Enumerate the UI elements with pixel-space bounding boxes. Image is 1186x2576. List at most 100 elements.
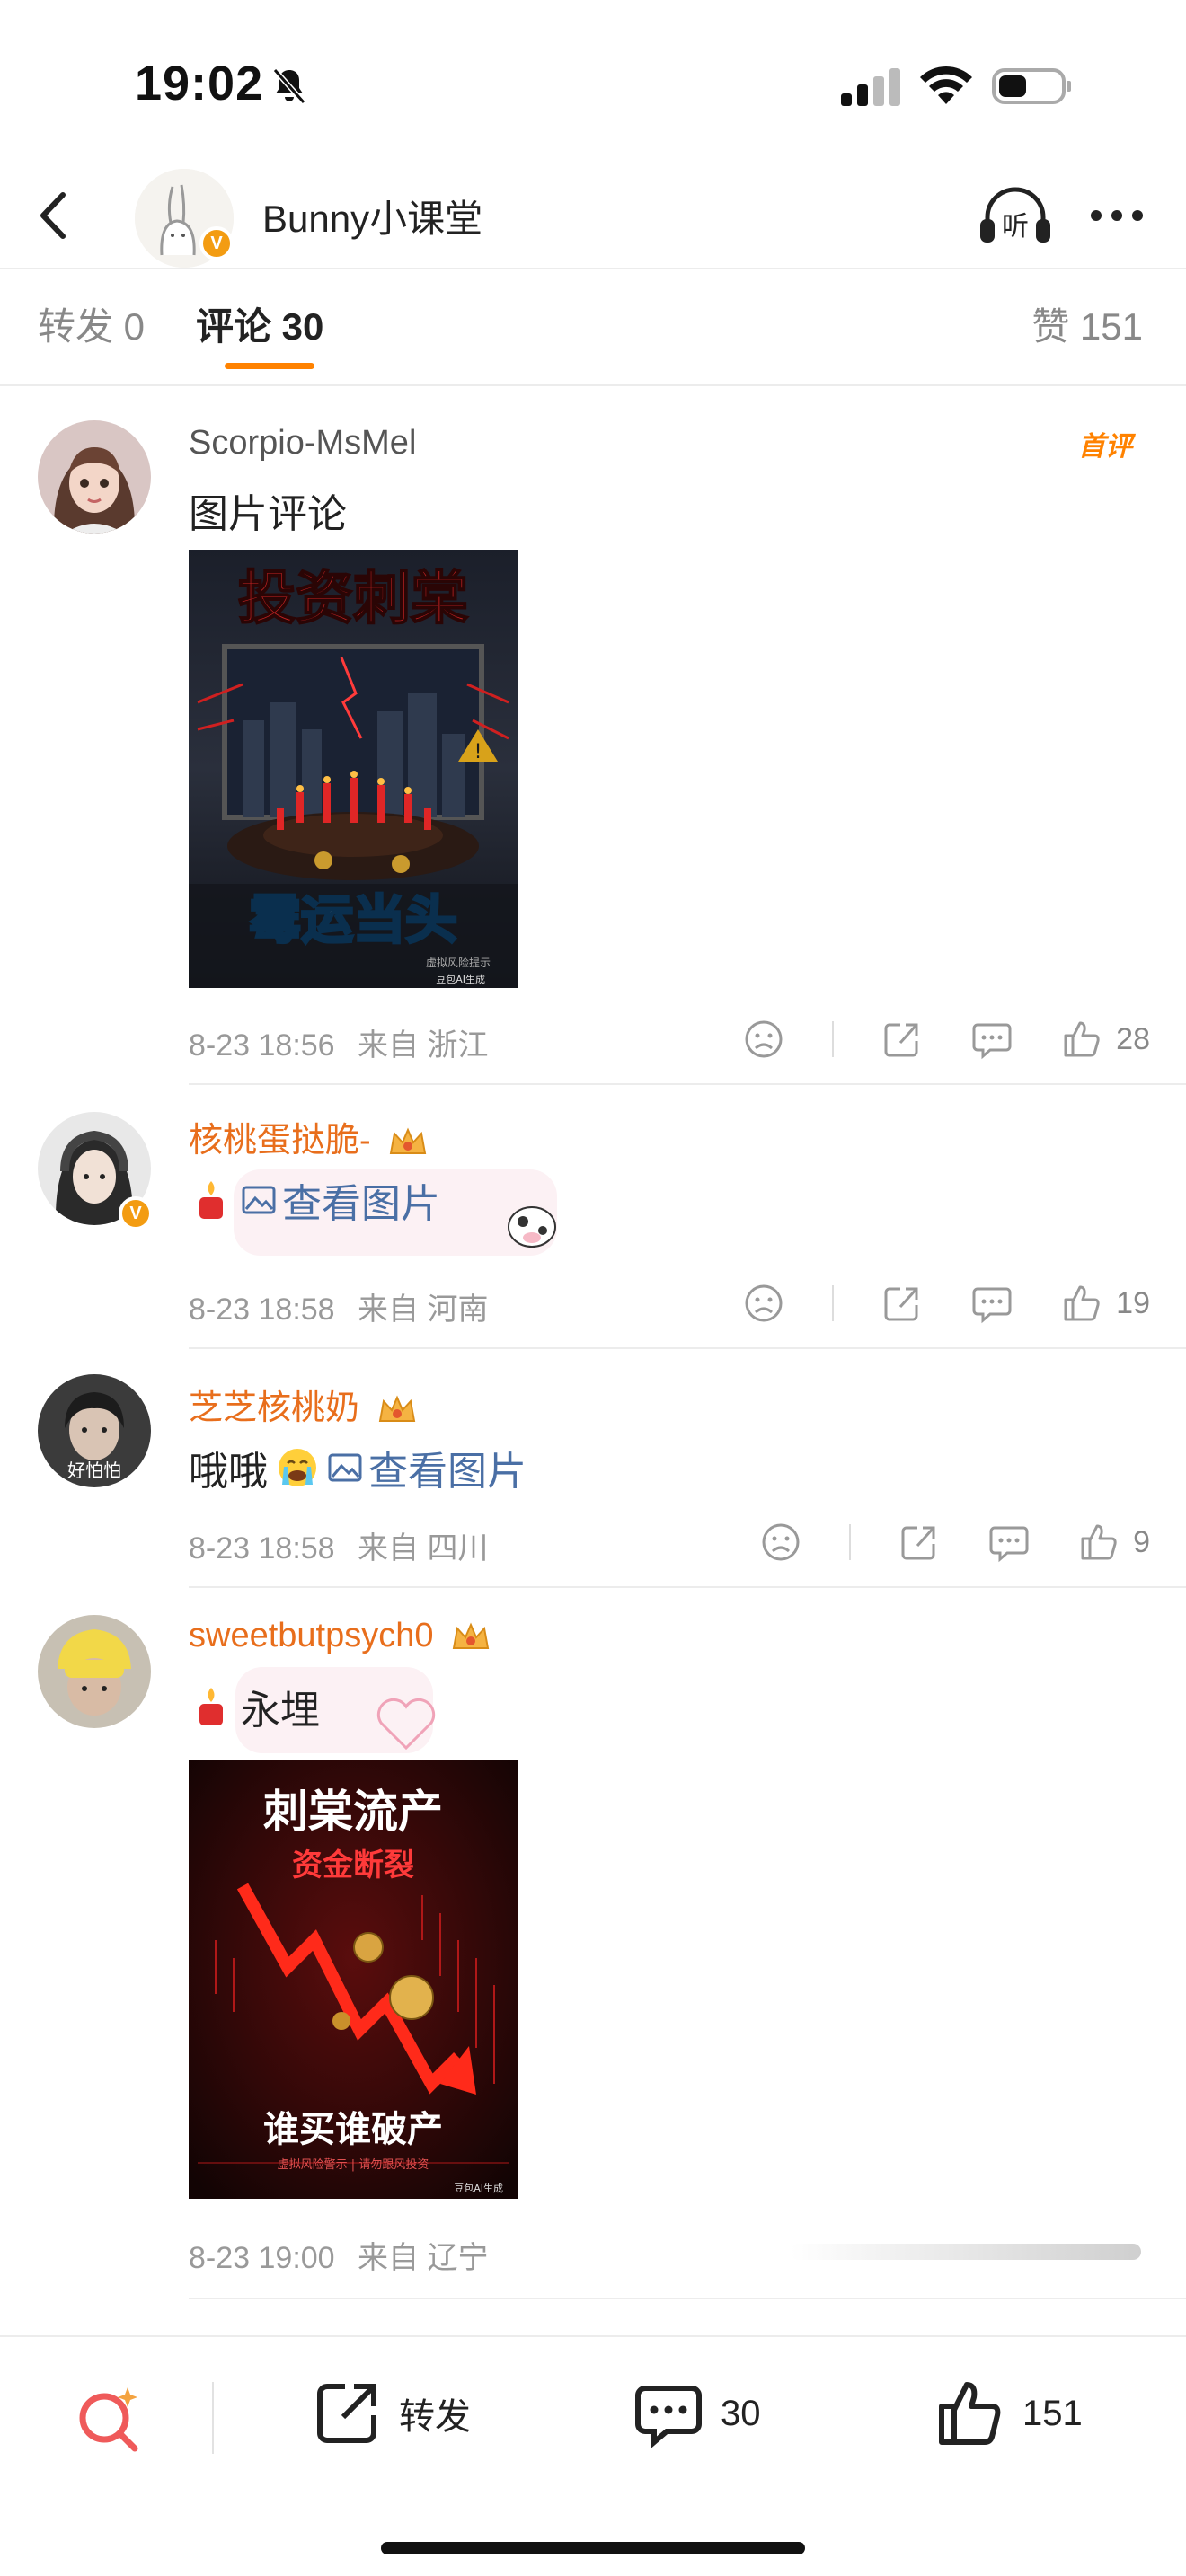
tab-repost[interactable]: 转发 0 xyxy=(38,296,145,351)
comment-time: 8-23 18:58 xyxy=(189,1292,335,1327)
comment-time: 8-23 18:58 xyxy=(189,1531,335,1566)
comment-meta: 8-23 18:58 来自 河南 xyxy=(189,1284,503,1328)
headphones-icon: 听 xyxy=(980,187,1050,243)
comment-button[interactable]: 30 xyxy=(633,2373,761,2454)
bell-slash-icon xyxy=(272,68,306,104)
tab-bar: 转发 0 评论 30 赞 151 xyxy=(0,269,1186,386)
crown-icon xyxy=(390,1127,427,1154)
verified-badge-icon: V xyxy=(199,226,234,260)
comment-meta: 8-23 18:56 来自 浙江 xyxy=(189,1020,503,1064)
account-name[interactable]: Bunny小课堂 xyxy=(262,189,482,243)
commenter-avatar[interactable] xyxy=(38,420,151,534)
comment-actions: 9 xyxy=(712,1520,1150,1565)
comment-location: 来自 河南 xyxy=(358,1292,489,1327)
comment-location: 来自 四川 xyxy=(358,1531,489,1566)
view-image-link[interactable]: 查看图片 xyxy=(241,1171,440,1229)
comment-meta: 8-23 18:58 来自 四川 xyxy=(189,1523,503,1567)
like-count: 9 xyxy=(1133,1524,1150,1559)
comment-text-content: 图片评论 xyxy=(189,492,347,536)
image-icon xyxy=(328,1453,362,1482)
comment-text-content: 永埋 xyxy=(241,1689,320,1733)
poster-subtitle: 资金断裂 xyxy=(292,1848,414,1883)
ai-search-icon[interactable] xyxy=(70,2382,146,2457)
listen-label: 听 xyxy=(1002,211,1029,243)
more-options-icon[interactable] xyxy=(1085,189,1148,243)
like-count: 28 xyxy=(1116,1021,1150,1056)
comment-time: 8-23 19:00 xyxy=(189,2241,335,2275)
comment-text: 查看图片 xyxy=(189,1171,440,1229)
share-icon[interactable] xyxy=(881,1018,924,1061)
view-image-link[interactable]: 查看图片 xyxy=(327,1439,527,1496)
like-thumb-icon[interactable] xyxy=(1077,1521,1120,1564)
like-thumb-icon[interactable] xyxy=(1060,1018,1103,1061)
comment-image[interactable]: ! 投资刺棠 霉运当头 虚拟风险提示 豆包AI生成 xyxy=(189,550,518,988)
dislike-face-icon[interactable] xyxy=(742,1018,785,1061)
repost-icon xyxy=(317,2384,376,2443)
investment-poster-graphic: ! 投资刺棠 霉运当头 虚拟风险提示 豆包AI生成 xyxy=(189,550,518,988)
like-count: 19 xyxy=(1116,1285,1150,1320)
commenter-name[interactable]: 芝芝核桃奶 xyxy=(189,1380,418,1429)
repost-label: 转发 xyxy=(399,2397,471,2437)
share-icon[interactable] xyxy=(898,1521,941,1564)
poster-small-text: 虚拟风险警示 | 请勿跟风投资 xyxy=(278,2157,429,2172)
action-divider xyxy=(832,1285,835,1321)
svg-text:!: ! xyxy=(474,741,482,763)
comment-meta: 8-23 19:00 来自 辽宁 xyxy=(189,2233,503,2277)
like-button[interactable]: 151 xyxy=(934,2373,1083,2454)
candle-emoji-icon xyxy=(199,1181,223,1219)
tab-likes[interactable]: 赞 151 xyxy=(1031,296,1143,351)
listen-button[interactable]: 听 xyxy=(975,180,1056,251)
bottom-bar-divider xyxy=(212,2382,214,2454)
repost-button[interactable]: 转发 xyxy=(311,2373,471,2454)
image-icon xyxy=(242,1186,276,1214)
dislike-face-icon[interactable] xyxy=(742,1282,785,1325)
poster-watermark: 豆包AI生成 xyxy=(454,2182,503,2194)
wifi-icon xyxy=(920,66,972,104)
share-icon[interactable] xyxy=(881,1282,924,1325)
home-indicator[interactable] xyxy=(381,2542,805,2554)
dislike-face-icon[interactable] xyxy=(759,1521,802,1564)
commenter-name[interactable]: 核桃蛋挞脆- xyxy=(189,1112,429,1161)
avatar-girl-illustration xyxy=(38,420,151,534)
comment-count: 30 xyxy=(721,2393,761,2433)
commenter-name-text: 芝芝核桃奶 xyxy=(189,1389,360,1427)
avatar-caption: 好怕怕 xyxy=(67,1460,121,1481)
comment-text-prefix: 哦哦 xyxy=(189,1450,268,1494)
nav-header: V Bunny小课堂 听 xyxy=(0,162,1186,269)
active-tab-indicator xyxy=(225,363,314,369)
commenter-name[interactable]: sweetbutpsych0 xyxy=(189,1617,491,1655)
reply-icon[interactable] xyxy=(970,1282,1013,1325)
comment-actions: 28 xyxy=(695,1017,1150,1062)
candle-emoji-icon xyxy=(199,1688,223,1725)
back-arrow-icon[interactable] xyxy=(27,184,81,247)
commenter-name[interactable]: Scorpio-MsMel xyxy=(189,424,416,463)
comment-text: 永埋 xyxy=(189,1678,320,1735)
comment-divider xyxy=(189,2298,1186,2299)
action-divider xyxy=(849,1524,852,1560)
status-time: 19:02 xyxy=(135,57,264,110)
tab-comments[interactable]: 评论 30 xyxy=(196,296,323,351)
avatar-photo xyxy=(38,1615,151,1728)
reply-icon[interactable] xyxy=(970,1018,1013,1061)
comment-divider xyxy=(189,1586,1186,1588)
comment-text: 哦哦 查看图片 xyxy=(189,1439,527,1496)
commenter-avatar[interactable]: 好怕怕 xyxy=(38,1374,151,1487)
poster-title: 刺棠流产 xyxy=(263,1786,443,1838)
like-thumb-icon[interactable] xyxy=(1060,1282,1103,1325)
comment-image[interactable]: 刺棠流产 资金断裂 谁买谁破产 虚拟风险警示 | 请勿跟风投资 豆包AI生成 xyxy=(189,1760,518,2199)
poster-caption: 谁买谁破产 xyxy=(263,2109,443,2150)
poster-caption: 霉运当头 xyxy=(249,889,457,950)
comment-actions: 19 xyxy=(695,1281,1150,1326)
comment-text: 图片评论 xyxy=(189,481,347,539)
like-count: 151 xyxy=(1022,2393,1083,2433)
loading-placeholder xyxy=(791,2244,1141,2260)
crown-icon xyxy=(378,1395,415,1422)
like-thumb-icon xyxy=(939,2382,1001,2445)
poster-small-text: 虚拟风险提示 xyxy=(426,956,491,969)
reply-icon[interactable] xyxy=(987,1521,1031,1564)
commenter-avatar[interactable] xyxy=(38,1615,151,1728)
poster-title: 投资刺棠 xyxy=(238,566,468,632)
status-bar: 19:02 xyxy=(0,0,1186,162)
comment-location: 来自 浙江 xyxy=(358,1028,489,1063)
action-divider xyxy=(832,1021,835,1057)
